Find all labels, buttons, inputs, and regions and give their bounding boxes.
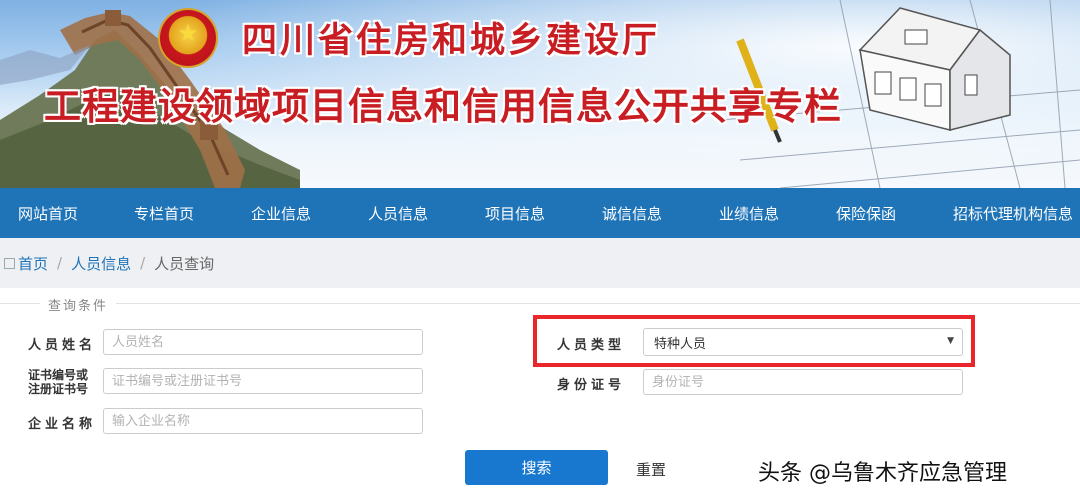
cert-label-line2: 注册证书号 (28, 382, 89, 396)
nav-item-bidding-agency-info[interactable]: 招标代理机构信息 (953, 203, 1073, 224)
company-label: 企业名称 (28, 417, 97, 432)
cert-label: 证书编号或 注册证书号 (28, 368, 88, 396)
cert-label-line1: 证书编号或 (28, 368, 89, 382)
form-legend: 查询条件 (40, 295, 117, 314)
site-subtitle: 工程建设领域项目信息和信用信息公开共享专栏 (44, 84, 842, 128)
breadcrumb-personnel-info[interactable]: 人员信息 (71, 253, 131, 274)
nav-item-performance-info[interactable]: 业绩信息 (719, 203, 779, 224)
breadcrumb-separator: / (57, 254, 63, 272)
nav-item-site-home[interactable]: 网站首页 (18, 203, 78, 224)
site-title: 四川省住房和城乡建设厅 (242, 20, 661, 61)
name-input[interactable] (103, 329, 423, 355)
nav-item-project-info[interactable]: 项目信息 (485, 203, 545, 224)
highlight-box (533, 315, 975, 367)
name-label: 人员姓名 (28, 338, 97, 353)
id-number-input[interactable] (643, 369, 963, 395)
watermark: 头条 @乌鲁木齐应急管理 (758, 461, 1007, 486)
nav-item-credit-info[interactable]: 诚信信息 (602, 203, 662, 224)
nav-item-column-home[interactable]: 专栏首页 (134, 203, 194, 224)
reset-button[interactable]: 重置 (636, 459, 666, 480)
breadcrumb: 首页 / 人员信息 / 人员查询 (0, 238, 1080, 288)
cert-number-input[interactable] (103, 368, 423, 394)
breadcrumb-home[interactable]: 首页 (18, 253, 48, 274)
breadcrumb-current: 人员查询 (154, 254, 215, 273)
breadcrumb-separator: / (140, 254, 146, 272)
home-icon (4, 257, 15, 269)
national-emblem-icon (160, 10, 216, 66)
main-nav: 网站首页 专栏首页 企业信息 人员信息 项目信息 诚信信息 业绩信息 保险保函 … (0, 188, 1080, 238)
id-number-label: 身份证号 (557, 378, 626, 393)
header-banner: 四川省住房和城乡建设厅 工程建设领域项目信息和信用信息公开共享专栏 (0, 0, 1080, 188)
nav-item-personnel-info[interactable]: 人员信息 (368, 203, 428, 224)
search-button[interactable]: 搜索 (465, 450, 608, 485)
nav-item-insurance-guarantee[interactable]: 保险保函 (836, 203, 896, 224)
nav-item-company-info[interactable]: 企业信息 (251, 203, 311, 224)
company-name-input[interactable] (103, 408, 423, 434)
